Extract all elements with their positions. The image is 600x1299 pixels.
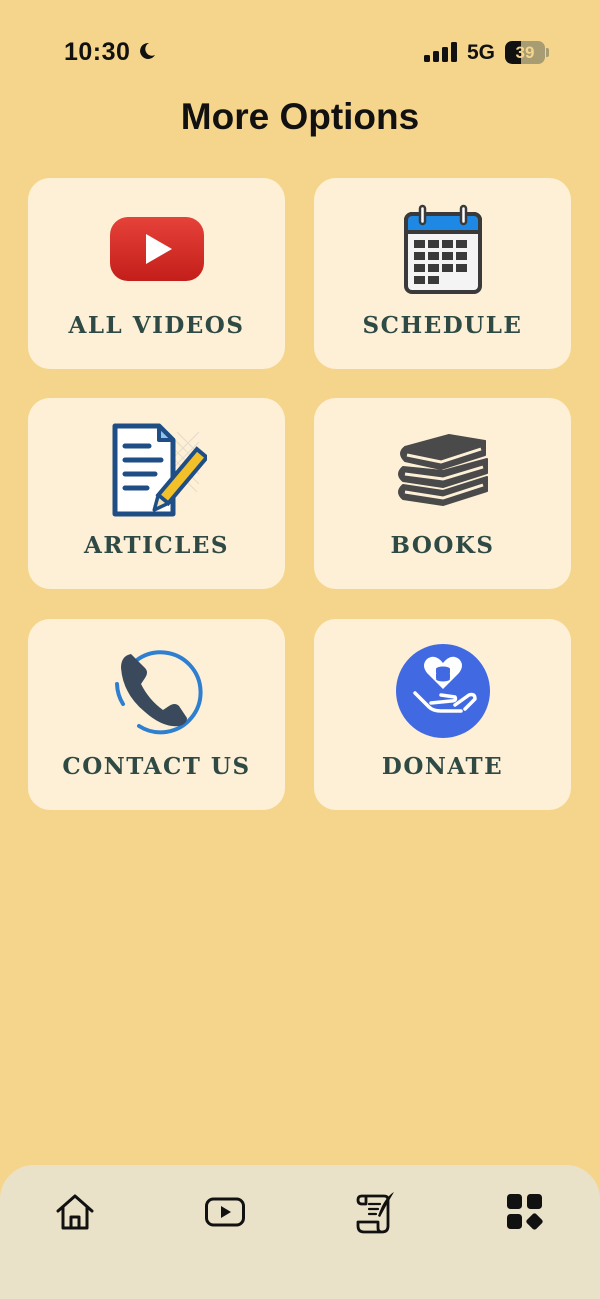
home-icon <box>56 1194 94 1230</box>
all-videos-card[interactable]: ALL VIDEOS <box>28 178 285 369</box>
bottom-tab-bar <box>0 1165 600 1299</box>
schedule-card[interactable]: SCHEDULE <box>314 178 571 369</box>
signal-icon <box>424 42 457 62</box>
battery-level: 39 <box>515 43 535 62</box>
contact-us-card[interactable]: CONTACT US <box>28 619 285 810</box>
network-type: 5G <box>467 41 496 64</box>
schedule-label: SCHEDULE <box>362 312 523 339</box>
grid-more-icon <box>507 1194 543 1230</box>
document-pencil-icon <box>28 422 285 518</box>
books-card[interactable]: BOOKS <box>314 398 571 589</box>
status-time: 10:30 <box>64 38 131 66</box>
calendar-icon <box>314 202 571 298</box>
video-play-icon <box>205 1197 245 1227</box>
donate-hand-heart-icon <box>314 643 571 739</box>
status-bar: 10:30 5G 39 <box>0 0 600 100</box>
tab-scroll[interactable] <box>345 1187 405 1237</box>
youtube-play-icon <box>28 202 285 298</box>
articles-card[interactable]: ARTICLES <box>28 398 285 589</box>
donate-label: DONATE <box>381 753 504 780</box>
battery-icon: 39 <box>505 41 545 64</box>
contact-us-label: CONTACT US <box>62 753 251 780</box>
all-videos-label: ALL VIDEOS <box>68 312 245 339</box>
phone-icon <box>28 643 285 739</box>
donate-card[interactable]: DONATE <box>314 619 571 810</box>
tab-home[interactable] <box>45 1187 105 1237</box>
books-stack-icon <box>314 422 571 518</box>
page-title: More Options <box>180 96 420 137</box>
tab-videos[interactable] <box>195 1187 255 1237</box>
moon-icon <box>140 42 155 59</box>
tab-more[interactable] <box>495 1187 555 1237</box>
scroll-quill-icon <box>356 1192 394 1234</box>
articles-label: ARTICLES <box>83 532 230 559</box>
books-label: BOOKS <box>390 532 495 559</box>
battery-tip <box>546 48 549 57</box>
